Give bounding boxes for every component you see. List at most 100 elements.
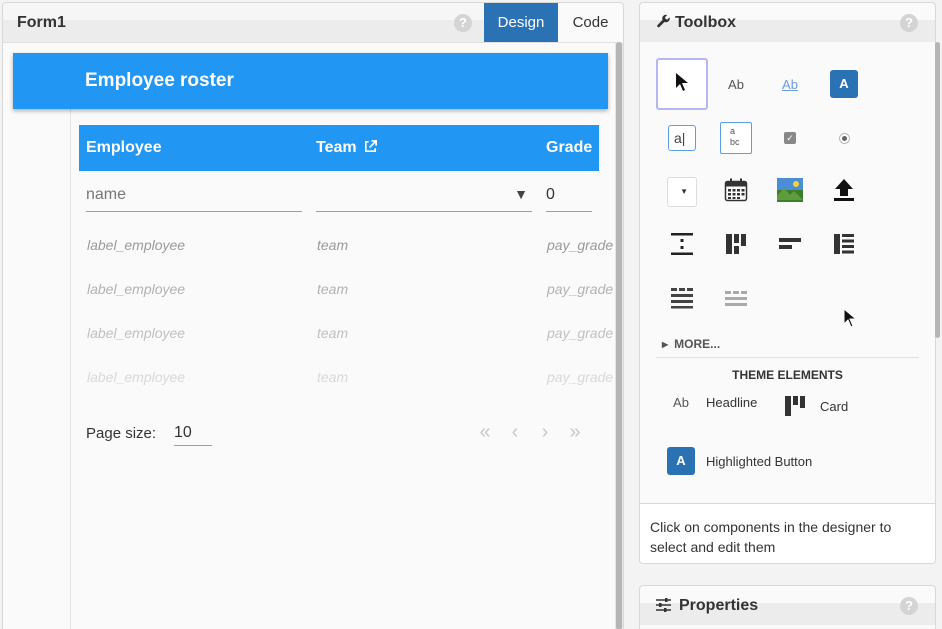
help-icon[interactable]: ? bbox=[900, 597, 918, 615]
headline-icon-text: Ab bbox=[673, 395, 689, 410]
designer-scrollbar[interactable] bbox=[615, 42, 623, 629]
properties-title: Properties bbox=[656, 597, 758, 617]
theme-item-headline-label: Headline bbox=[706, 395, 758, 410]
help-icon[interactable]: ? bbox=[900, 14, 918, 32]
toolbox-header: Toolbox ? bbox=[640, 3, 935, 43]
dropdown-tool[interactable]: ▼ bbox=[656, 166, 708, 218]
table-row[interactable]: label_employee team pay_grade bbox=[79, 355, 614, 399]
spacer-tool[interactable] bbox=[656, 220, 708, 272]
repeating-panel-tool[interactable] bbox=[710, 274, 762, 326]
page-size-label: Page size: bbox=[86, 425, 157, 442]
data-grid-tool[interactable] bbox=[656, 274, 708, 326]
table-row[interactable]: label_employee team pay_grade bbox=[79, 267, 613, 311]
link-tool[interactable]: Ab bbox=[764, 58, 816, 110]
theme-item-highlighted-button[interactable]: A Highlighted Button bbox=[666, 447, 812, 475]
cell-employee: label_employee bbox=[87, 369, 186, 385]
card-icon bbox=[780, 395, 810, 417]
heading-bar[interactable]: Employee roster bbox=[13, 53, 608, 109]
checkbox-tool[interactable]: ✓ bbox=[764, 112, 816, 164]
label-tool[interactable]: Ab bbox=[710, 58, 762, 110]
properties-title-text: Properties bbox=[679, 597, 759, 614]
sliders-icon bbox=[656, 598, 671, 617]
pager: Page size: 10 « ‹ › » bbox=[79, 399, 610, 459]
toolbox-scrollbar-thumb[interactable] bbox=[935, 42, 940, 338]
file-loader-tool[interactable] bbox=[818, 166, 870, 218]
spacer-icon bbox=[670, 232, 694, 261]
textarea-icon-line-2: bc bbox=[730, 137, 740, 147]
designer-scrollbar-thumb[interactable] bbox=[616, 42, 622, 629]
column-header-employee[interactable]: Employee bbox=[86, 139, 162, 157]
properties-panel: Properties ? bbox=[639, 585, 936, 629]
radio-button-tool[interactable] bbox=[818, 112, 870, 164]
cell-employee: label_employee bbox=[87, 325, 186, 341]
pager-buttons: « ‹ › » bbox=[477, 421, 583, 444]
design-canvas[interactable]: Employee roster Employee Team Grade name… bbox=[3, 43, 623, 629]
chevron-down-icon: ▼ bbox=[514, 186, 528, 202]
help-icon[interactable]: ? bbox=[454, 14, 472, 32]
toolbox-footer: Click on components in the designer to s… bbox=[640, 503, 935, 563]
highlighted-button-icon-text: A bbox=[667, 447, 695, 475]
next-page-icon[interactable]: › bbox=[537, 421, 553, 444]
grid-header: Employee Team Grade bbox=[79, 125, 599, 171]
repeating-panel-icon bbox=[724, 287, 748, 314]
form-title: Form1 bbox=[17, 14, 66, 31]
button-icon: A bbox=[830, 70, 858, 98]
prev-page-icon[interactable]: ‹ bbox=[507, 421, 523, 444]
cell-grade: pay_grade bbox=[547, 325, 614, 341]
upload-icon bbox=[833, 178, 855, 207]
column-divider bbox=[70, 109, 71, 629]
grade-filter-input[interactable]: 0 bbox=[546, 184, 592, 212]
cell-grade: pay_grade bbox=[547, 237, 614, 253]
linear-panel-icon bbox=[833, 233, 855, 260]
filter-row: name ▼ 0 bbox=[79, 171, 610, 223]
dropdown-icon: ▼ bbox=[667, 177, 697, 207]
cell-grade: pay_grade bbox=[547, 369, 614, 385]
first-page-icon[interactable]: « bbox=[477, 421, 493, 444]
toolbox-hint-text: Click on components in the designer to s… bbox=[650, 519, 892, 555]
highlighted-button-icon: A bbox=[666, 447, 696, 475]
data-grid-icon bbox=[670, 287, 694, 314]
cell-team: team bbox=[317, 237, 349, 253]
table-row[interactable]: label_employee team pay_grade bbox=[79, 223, 614, 267]
label-icon: Ab bbox=[728, 76, 744, 92]
theme-item-headline[interactable]: Ab Headline bbox=[666, 395, 757, 410]
toolbox-title: Toolbox bbox=[656, 14, 736, 34]
more-components-toggle[interactable]: ▶ MORE... bbox=[662, 337, 720, 351]
cell-team: team bbox=[317, 325, 349, 341]
column-header-team[interactable]: Team bbox=[316, 139, 378, 159]
more-components-label: MORE... bbox=[674, 337, 721, 351]
cell-team: team bbox=[317, 281, 349, 297]
textarea-icon: a bc bbox=[720, 122, 752, 154]
button-tool[interactable]: A bbox=[818, 58, 870, 110]
wrench-icon bbox=[656, 14, 671, 34]
textbox-tool[interactable]: a| bbox=[656, 112, 708, 164]
checkbox-icon: ✓ bbox=[784, 132, 796, 144]
textarea-tool[interactable]: a bc bbox=[710, 112, 762, 164]
data-grid[interactable]: Employee Team Grade name ▼ 0 label_emplo… bbox=[79, 125, 614, 459]
pointer-tool[interactable] bbox=[656, 58, 708, 110]
tab-design[interactable]: Design bbox=[484, 3, 558, 42]
page-size-input[interactable]: 10 bbox=[174, 419, 212, 446]
theme-item-card[interactable]: Card bbox=[780, 395, 848, 417]
last-page-icon[interactable]: » bbox=[567, 421, 583, 444]
employee-name-filter-input[interactable]: name bbox=[86, 184, 302, 212]
cell-team: team bbox=[317, 369, 349, 385]
table-row[interactable]: label_employee team pay_grade bbox=[79, 311, 614, 355]
tab-code[interactable]: Code bbox=[558, 3, 623, 42]
page-title: Employee roster bbox=[85, 70, 234, 91]
flow-panel-tool[interactable] bbox=[764, 220, 816, 272]
datepicker-tool[interactable] bbox=[710, 166, 762, 218]
linear-panel-tool[interactable] bbox=[818, 220, 870, 272]
column-header-grade[interactable]: Grade bbox=[546, 139, 592, 157]
cell-employee: label_employee bbox=[87, 281, 186, 297]
image-tool[interactable] bbox=[764, 166, 816, 218]
flow-panel-icon bbox=[778, 236, 802, 257]
external-link-icon[interactable] bbox=[363, 139, 378, 159]
form-header: Form1 ? Design Code bbox=[3, 3, 623, 43]
image-icon bbox=[777, 177, 803, 207]
column-panel-tool[interactable] bbox=[710, 220, 762, 272]
toolbox-scrollbar[interactable] bbox=[935, 42, 941, 342]
team-filter-dropdown[interactable]: ▼ bbox=[316, 184, 532, 212]
textbox-icon-text: a bbox=[674, 130, 682, 146]
column-panel-icon bbox=[725, 233, 747, 260]
